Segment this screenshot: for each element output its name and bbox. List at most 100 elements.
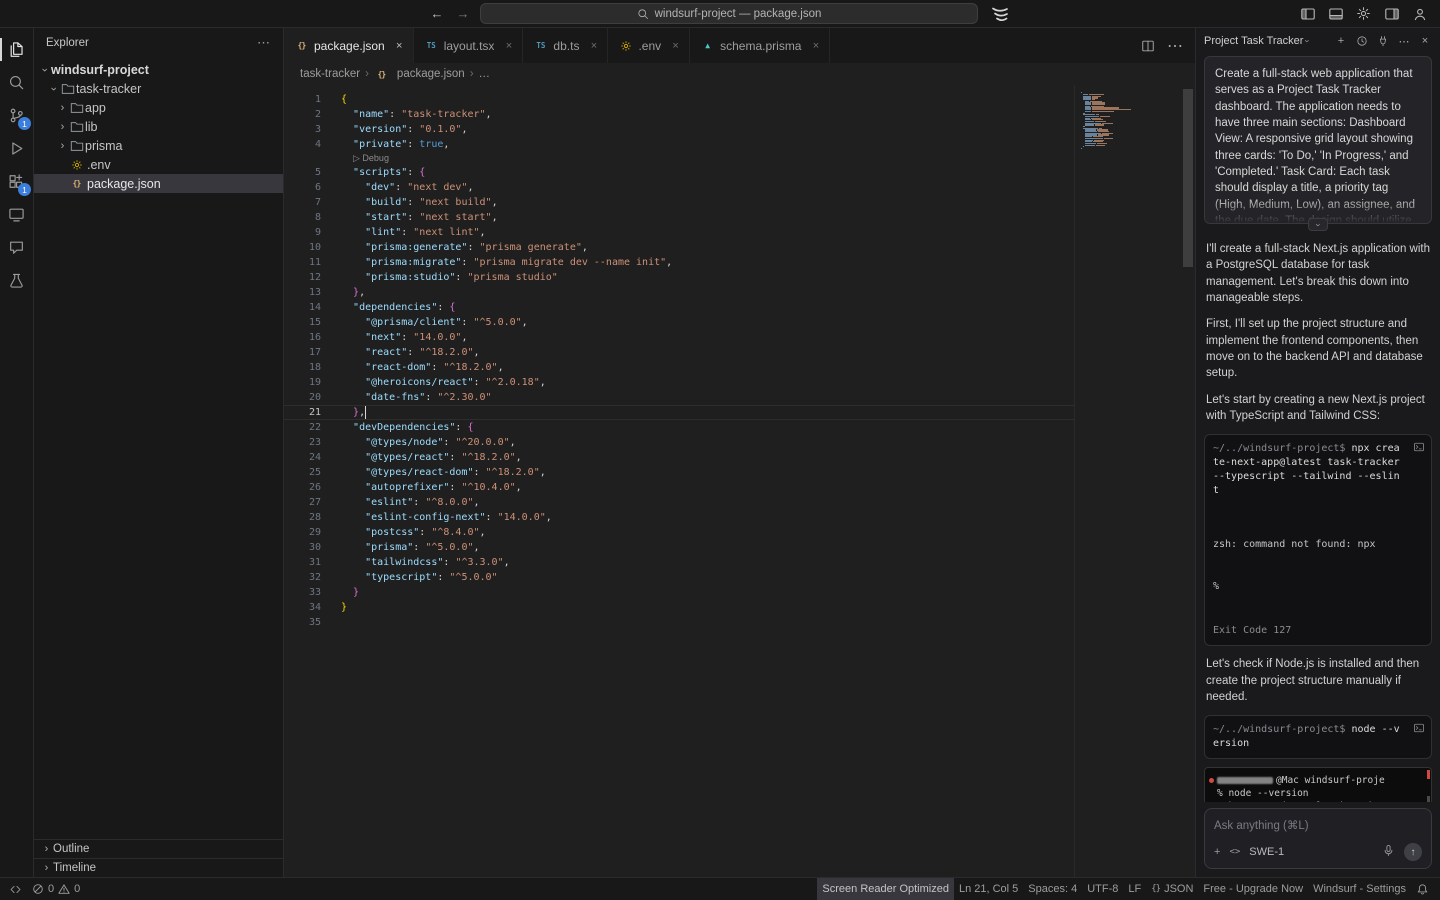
code-line-12[interactable]: 12 "prisma:studio": "prisma studio": [284, 270, 1074, 285]
status-spaces-4[interactable]: Spaces: 4: [1023, 878, 1082, 900]
expand-message-button[interactable]: ›: [1308, 218, 1328, 231]
close-icon[interactable]: ×: [808, 38, 823, 53]
close-icon[interactable]: ×: [501, 38, 516, 53]
code-line-33[interactable]: 33 }: [284, 585, 1074, 600]
code-line-26[interactable]: 26 "autoprefixer": "^10.4.0",: [284, 480, 1074, 495]
tree-item-windsurf-project[interactable]: ›windsurf-project: [34, 60, 283, 79]
more-actions-icon[interactable]: ⋯: [1167, 36, 1183, 56]
status-windsurf-settings[interactable]: Windsurf - Settings: [1308, 878, 1411, 900]
activity-run-debug-icon[interactable]: [0, 132, 33, 165]
code-line-35[interactable]: 35: [284, 615, 1074, 630]
new-chat-icon[interactable]: +: [1334, 34, 1348, 48]
cascade-title[interactable]: Project Task Tracker: [1204, 35, 1303, 47]
model-selector[interactable]: SWE-1: [1249, 846, 1284, 858]
outline-section[interactable]: › Outline: [34, 839, 283, 858]
activity-extensions-icon[interactable]: 1: [0, 165, 33, 198]
settings-gear-icon[interactable]: [1355, 5, 1372, 22]
code-line-15[interactable]: 15 "@prisma/client": "^5.0.0",: [284, 315, 1074, 330]
code-line-29[interactable]: 29 "postcss": "^8.4.0",: [284, 525, 1074, 540]
code-line-32[interactable]: 32 "typescript": "^5.0.0": [284, 570, 1074, 585]
tree-item-task-tracker[interactable]: ›task-tracker: [34, 79, 283, 98]
activity-testing-icon[interactable]: [0, 264, 33, 297]
status-free-upgrade-now[interactable]: Free - Upgrade Now: [1198, 878, 1308, 900]
tree-item-app[interactable]: ›app: [34, 98, 283, 117]
status-lf[interactable]: LF: [1123, 878, 1146, 900]
tab-package.json[interactable]: {}package.json×: [284, 28, 414, 63]
remote-indicator[interactable]: [0, 878, 27, 900]
code-line-14[interactable]: 14 "dependencies": {: [284, 300, 1074, 315]
search-bar[interactable]: windsurf-project — package.json: [480, 3, 978, 24]
code-editor[interactable]: 1{2 "name": "task-tracker",3 "version": …: [284, 85, 1195, 877]
close-icon[interactable]: ×: [1418, 34, 1432, 48]
status-ln-21-col-5[interactable]: Ln 21, Col 5: [954, 878, 1023, 900]
code-line-8[interactable]: 8 "start": "next start",: [284, 210, 1074, 225]
send-button[interactable]: ↑: [1404, 843, 1422, 861]
tree-item-prisma[interactable]: ›prisma: [34, 136, 283, 155]
code-line-4[interactable]: 4 "private": true,: [284, 137, 1074, 152]
code-line-10[interactable]: 10 "prisma:generate": "prisma generate",: [284, 240, 1074, 255]
code-line-9[interactable]: 9 "lint": "next lint",: [284, 225, 1074, 240]
code-line-1[interactable]: 1{: [284, 92, 1074, 107]
code-line-3[interactable]: 3 "version": "0.1.0",: [284, 122, 1074, 137]
microphone-icon[interactable]: [1382, 844, 1395, 860]
more-actions-icon[interactable]: ⋯: [257, 35, 271, 51]
tree-item-.env[interactable]: .env: [34, 155, 283, 174]
code-line-30[interactable]: 30 "prisma": "^5.0.0",: [284, 540, 1074, 555]
user-message[interactable]: Create a full-stack web application that…: [1204, 56, 1432, 224]
breadcrumb-item[interactable]: …: [479, 68, 491, 80]
close-icon[interactable]: ×: [586, 38, 601, 53]
breadcrumb-item[interactable]: package.json: [397, 68, 465, 80]
code-line-25[interactable]: 25 "@types/react-dom": "^18.2.0",: [284, 465, 1074, 480]
minimap[interactable]: [1074, 85, 1181, 877]
status-screen-reader-optimized[interactable]: Screen Reader Optimized: [817, 878, 954, 900]
tree-item-package.json[interactable]: {}package.json: [34, 174, 283, 193]
code-line-13[interactable]: 13 },: [284, 285, 1074, 300]
scrollbar-thumb[interactable]: [1183, 89, 1193, 267]
toggle-sidebar-right-icon[interactable]: [1383, 5, 1400, 22]
activity-remote-icon[interactable]: [0, 198, 33, 231]
status-json[interactable]: {}JSON: [1146, 878, 1198, 900]
timeline-section[interactable]: › Timeline: [34, 858, 283, 877]
code-line-34[interactable]: 34}: [284, 600, 1074, 615]
tree-item-lib[interactable]: ›lib: [34, 117, 283, 136]
notifications-bell[interactable]: [1411, 878, 1434, 900]
split-editor-icon[interactable]: [1141, 39, 1155, 53]
status-utf-8[interactable]: UTF-8: [1082, 878, 1123, 900]
tab-layout.tsx[interactable]: TSlayout.tsx×: [414, 28, 524, 63]
activity-explorer-icon[interactable]: [0, 33, 33, 66]
code-line-20[interactable]: 20 "date-fns": "^2.30.0": [284, 390, 1074, 405]
output-scrollbar[interactable]: [1427, 770, 1430, 802]
forward-button[interactable]: →: [454, 6, 472, 21]
tab-schema.prisma[interactable]: ▲schema.prisma×: [690, 28, 830, 63]
activity-cascade-chat-icon[interactable]: [0, 231, 33, 264]
code-line-27[interactable]: 27 "eslint": "^8.0.0",: [284, 495, 1074, 510]
editor-scrollbar[interactable]: [1181, 85, 1195, 877]
code-line-28[interactable]: 28 "eslint-config-next": "14.0.0",: [284, 510, 1074, 525]
code-line-24[interactable]: 24 "@types/react": "^18.2.0",: [284, 450, 1074, 465]
tab-db.ts[interactable]: TSdb.ts×: [523, 28, 608, 63]
code-line-23[interactable]: 23 "@types/node": "^20.0.0",: [284, 435, 1074, 450]
code-line-18[interactable]: 18 "react-dom": "^18.2.0",: [284, 360, 1074, 375]
codelens-label[interactable]: ▷ Debug: [353, 152, 389, 165]
toggle-panel-icon[interactable]: [1327, 5, 1344, 22]
terminal-command-block[interactable]: ~/../windsurf-project$ node --version: [1204, 715, 1432, 759]
code-line-21[interactable]: 21 },: [284, 405, 1074, 420]
breadcrumb-item[interactable]: task-tracker: [300, 68, 360, 80]
chat-input-box[interactable]: Ask anything (⌘L) + <> SWE-1 ↑: [1204, 808, 1432, 869]
code-line-31[interactable]: 31 "tailwindcss": "^3.3.0",: [284, 555, 1074, 570]
activity-source-control-icon[interactable]: 1: [0, 99, 33, 132]
mcp-plug-icon[interactable]: [1376, 34, 1390, 48]
toggle-sidebar-left-icon[interactable]: [1299, 5, 1316, 22]
close-icon[interactable]: ×: [392, 38, 407, 53]
code-line-11[interactable]: 11 "prisma:migrate": "prisma migrate dev…: [284, 255, 1074, 270]
code-ic[interactable]: <>: [1229, 847, 1240, 857]
insert-terminal-icon[interactable]: [1413, 722, 1425, 739]
code-line-2[interactable]: 2 "name": "task-tracker",: [284, 107, 1074, 122]
back-button[interactable]: ←: [428, 6, 446, 21]
more-actions-icon[interactable]: ⋯: [1397, 34, 1411, 48]
insert-terminal-icon[interactable]: [1413, 441, 1425, 458]
problems-indicator[interactable]: 0 0: [27, 878, 85, 900]
code-line-22[interactable]: 22 "devDependencies": {: [284, 420, 1074, 435]
close-icon[interactable]: ×: [668, 38, 683, 53]
code-line-6[interactable]: 6 "dev": "next dev",: [284, 180, 1074, 195]
